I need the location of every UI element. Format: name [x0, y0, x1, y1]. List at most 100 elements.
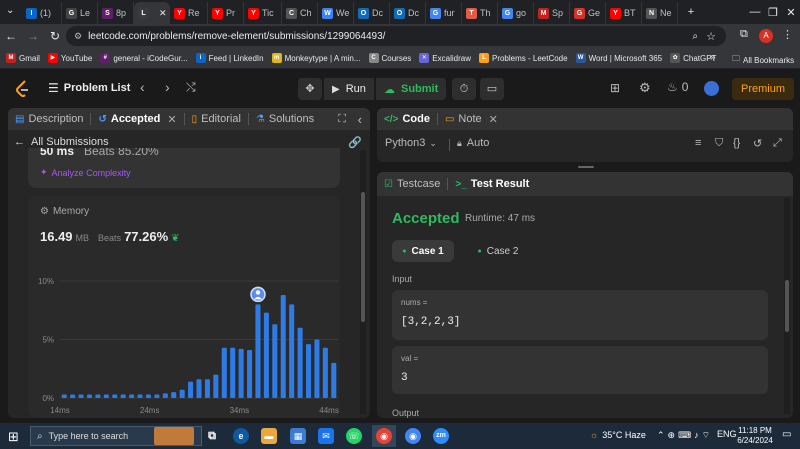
chart-bar[interactable]: [204, 379, 210, 398]
browser-tab[interactable]: C Ch: [282, 2, 318, 24]
chart-bar[interactable]: [188, 381, 194, 398]
chart-bar[interactable]: [331, 362, 337, 398]
chart-bar[interactable]: [103, 394, 109, 398]
chart-bar[interactable]: [289, 304, 295, 398]
reset-icon[interactable]: ↺: [753, 137, 762, 150]
collapse-left-icon[interactable]: ‹: [358, 112, 362, 127]
close-tab-icon[interactable]: ✕: [159, 8, 167, 19]
bookmark-item[interactable]: i Feed | LinkedIn: [195, 53, 264, 63]
browser-tab[interactable]: I (1): [22, 2, 62, 24]
chart-bar[interactable]: [120, 394, 126, 398]
browser-tab[interactable]: Y Pr: [208, 2, 244, 24]
chart-bar[interactable]: [314, 339, 320, 399]
back-icon[interactable]: ←: [0, 29, 22, 43]
zoom-icon[interactable]: zm: [433, 428, 449, 444]
chart-bar[interactable]: [171, 392, 177, 398]
chart-bar[interactable]: [95, 394, 101, 398]
browser-tab[interactable]: Y Re: [170, 2, 208, 24]
chart-bar[interactable]: [305, 344, 312, 398]
browser-tab[interactable]: G Le: [62, 2, 98, 24]
forward-icon[interactable]: →: [22, 29, 44, 43]
premium-button[interactable]: Premium: [732, 78, 794, 100]
bookmark-item[interactable]: # general - iCodeGur...: [100, 53, 188, 63]
browser-tab[interactable]: Y Tic: [244, 2, 282, 24]
submit-button[interactable]: ☁ Submit: [376, 78, 446, 100]
expand-icon[interactable]: ⤢: [773, 137, 782, 150]
bookmark-item[interactable]: C Courses: [368, 53, 411, 63]
chart-bar[interactable]: [221, 347, 227, 398]
site-info-icon[interactable]: ⚙: [74, 31, 82, 42]
weather-widget[interactable]: ☼ 35°C Haze: [590, 430, 646, 440]
browser-tab[interactable]: Y BT: [606, 2, 642, 24]
windows-start-icon[interactable]: ⊞: [8, 429, 19, 445]
chart-bar[interactable]: [145, 394, 151, 398]
next-problem-icon[interactable]: ›: [165, 79, 170, 95]
shuffle-icon[interactable]: ⤭: [186, 80, 196, 95]
zoom-icon[interactable]: ⌕: [692, 31, 698, 42]
browser-tab[interactable]: O Dc: [390, 2, 426, 24]
browser-tab[interactable]: T Th: [462, 2, 498, 24]
debug-icon[interactable]: ✥: [298, 78, 322, 100]
task-view-icon[interactable]: ⧉: [204, 428, 220, 444]
chart-bar[interactable]: [112, 394, 118, 398]
browser-tab[interactable]: O Dc: [354, 2, 390, 24]
chart-bar[interactable]: [230, 347, 236, 398]
bookmarks-more-icon[interactable]: »: [710, 52, 716, 63]
right-scrollbar-thumb[interactable]: [785, 280, 789, 332]
tab-test-result[interactable]: >_ Test Result: [448, 173, 536, 195]
all-bookmarks-button[interactable]: 🗀 All Bookmarks: [732, 53, 794, 67]
tab-solutions[interactable]: ⚗ Solutions: [249, 108, 321, 130]
streak-counter[interactable]: ♨ 0: [667, 80, 688, 94]
chart-bar[interactable]: [154, 394, 160, 398]
resize-handle[interactable]: [578, 166, 594, 168]
chart-bar[interactable]: [70, 394, 76, 398]
chrome-profile-icon[interactable]: ◉: [405, 428, 421, 444]
profile-avatar[interactable]: A: [759, 29, 773, 43]
bookmark-icon[interactable]: ⛉: [715, 137, 723, 150]
chart-bar[interactable]: [179, 389, 185, 398]
language-select[interactable]: Python3 ⌄: [385, 137, 437, 149]
browser-tab[interactable]: Gfur: [426, 2, 462, 24]
settings-gear-icon[interactable]: ⚙: [639, 80, 651, 96]
left-scrollbar-thumb[interactable]: [361, 192, 365, 322]
browser-tab[interactable]: L ✕: [134, 2, 170, 24]
analyze-complexity-button[interactable]: ✦ Analyze Complexity: [40, 167, 131, 178]
browser-tab[interactable]: W We: [318, 2, 354, 24]
whatsapp-icon[interactable]: ☏: [346, 428, 362, 444]
chart-bar[interactable]: [238, 348, 244, 398]
tab-testcase[interactable]: ☑ Testcase: [377, 173, 447, 195]
chart-bar[interactable]: [137, 394, 143, 398]
notification-icon[interactable]: ▭: [782, 429, 791, 440]
new-tab-button[interactable]: +: [676, 0, 706, 24]
tab-description[interactable]: ▤ Description: [8, 108, 90, 130]
bookmark-item[interactable]: L Problems - LeetCode: [478, 53, 568, 63]
chart-bar[interactable]: [263, 312, 269, 398]
edge-icon[interactable]: e: [233, 428, 249, 444]
tab-accepted[interactable]: ↺ Accepted ✕: [91, 108, 183, 130]
reload-icon[interactable]: ↻: [44, 29, 66, 43]
browser-tab[interactable]: M Sp: [534, 2, 570, 24]
chart-bar[interactable]: [162, 393, 168, 398]
mail-icon[interactable]: ✉: [318, 428, 334, 444]
browser-tab[interactable]: Ggo: [498, 2, 534, 24]
case-2-button[interactable]: ● Case 2: [467, 240, 529, 262]
tab-note[interactable]: ▭ Note ✕: [438, 108, 505, 130]
bookmark-item[interactable]: ✕ Excalidraw: [419, 53, 471, 63]
browser-tab[interactable]: G Ge: [570, 2, 606, 24]
bookmark-star-icon[interactable]: ☆: [706, 30, 716, 43]
bookmark-item[interactable]: M Gmail: [6, 53, 40, 63]
maximize-icon[interactable]: ⛶: [338, 113, 346, 126]
chart-bar[interactable]: [247, 350, 253, 398]
tab-editorial[interactable]: ▯ Editorial: [185, 108, 248, 130]
file-explorer-icon[interactable]: ▬: [261, 428, 277, 444]
problem-list-button[interactable]: ☰ Problem List: [48, 81, 130, 95]
chart-bar[interactable]: [255, 304, 261, 398]
extensions-icon[interactable]: ⧉: [740, 28, 748, 41]
close-window-icon[interactable]: ✕: [776, 0, 800, 24]
chart-bar[interactable]: [280, 295, 286, 398]
bookmark-item[interactable]: ▶ YouTube: [47, 53, 92, 63]
chart-bar[interactable]: [322, 347, 328, 398]
chart-bar[interactable]: [86, 394, 93, 398]
system-tray-icons[interactable]: ⌃⊕⌨♪⌔: [657, 430, 713, 441]
chart-bar[interactable]: [129, 394, 135, 398]
